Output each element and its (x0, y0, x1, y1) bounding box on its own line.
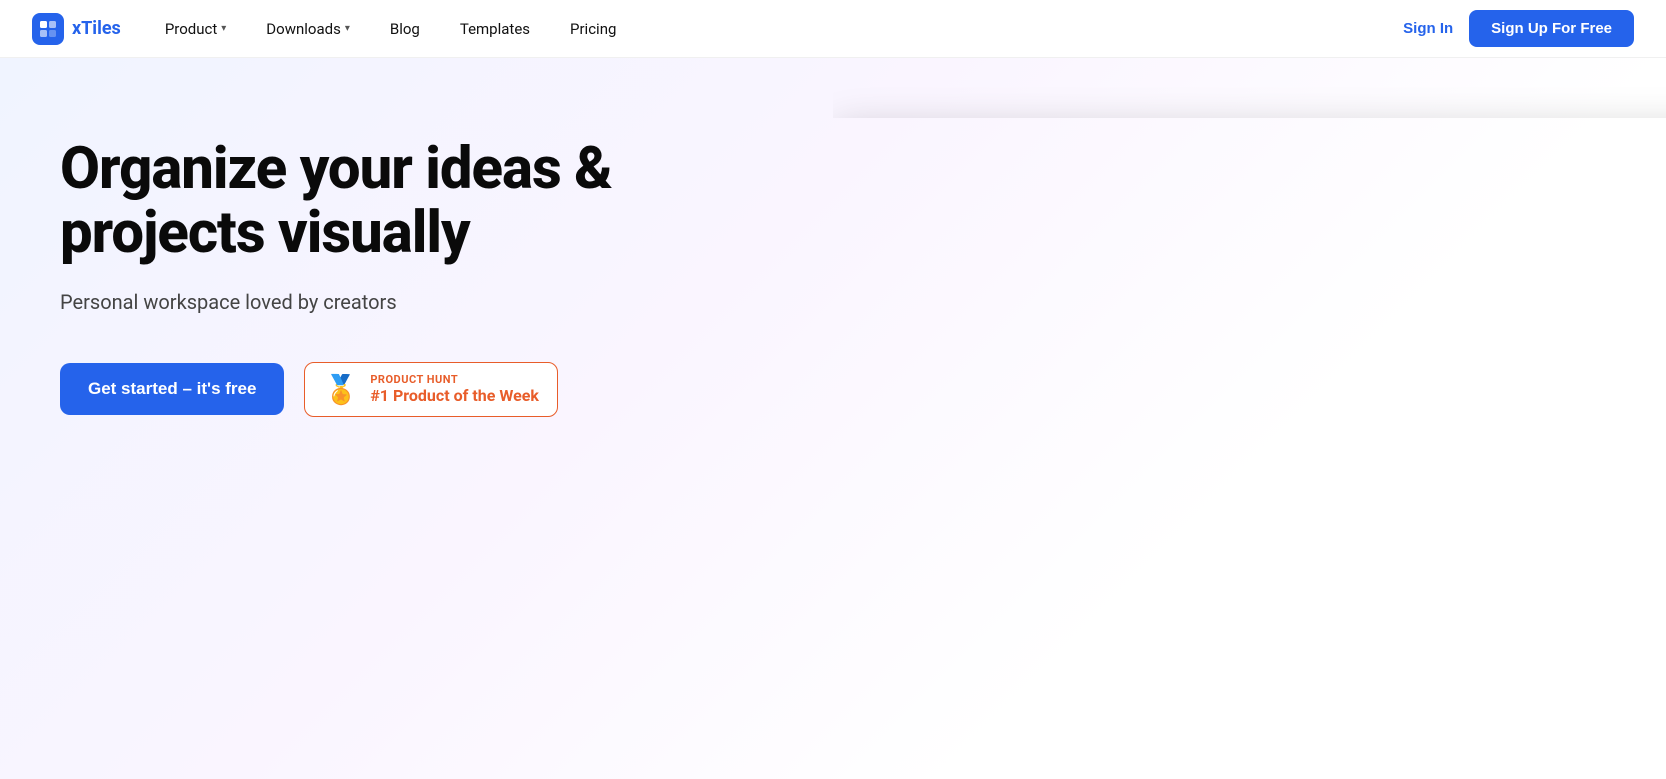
hero-actions: Get started – it's free 🏅 PRODUCT HUNT #… (60, 362, 793, 417)
nav-left: xTiles Product ▾ Downloads ▾ Blog Templa… (32, 0, 636, 58)
nav-blog[interactable]: Blog (370, 0, 440, 58)
nav-links: Product ▾ Downloads ▾ Blog Templates Pri… (145, 0, 637, 58)
signin-button[interactable]: Sign In (1403, 20, 1453, 37)
chevron-down-icon: ▾ (221, 23, 226, 34)
nav-downloads[interactable]: Downloads ▾ (246, 0, 370, 58)
hero-subtitle: Personal workspace loved by creators (60, 290, 793, 314)
product-hunt-label: PRODUCT HUNT (370, 373, 539, 386)
nav-product[interactable]: Product ▾ (145, 0, 246, 58)
product-hunt-medal-icon: 🏅 (323, 373, 358, 406)
hero-right: Project Dashboard ✓ PROJECT DASHBOARD + (833, 58, 1666, 118)
product-hunt-rank: #1 Product of the Week (370, 386, 539, 405)
nav-right: Sign In Sign Up For Free (1403, 10, 1634, 47)
logo-icon (32, 13, 64, 45)
product-hunt-badge[interactable]: 🏅 PRODUCT HUNT #1 Product of the Week (304, 362, 557, 417)
get-started-button[interactable]: Get started – it's free (60, 363, 284, 415)
logo[interactable]: xTiles (32, 13, 121, 45)
chevron-down-icon: ▾ (345, 23, 350, 34)
logo-text: xTiles (72, 18, 121, 39)
hero-title: Organize your ideas & projects visually (60, 138, 793, 266)
signup-button[interactable]: Sign Up For Free (1469, 10, 1634, 47)
hero-left: Organize your ideas & projects visually … (0, 58, 833, 477)
navbar: xTiles Product ▾ Downloads ▾ Blog Templa… (0, 0, 1666, 58)
product-hunt-text: PRODUCT HUNT #1 Product of the Week (370, 373, 539, 405)
nav-pricing[interactable]: Pricing (550, 0, 636, 58)
hero-section: Organize your ideas & projects visually … (0, 58, 1666, 779)
nav-templates[interactable]: Templates (440, 0, 550, 58)
